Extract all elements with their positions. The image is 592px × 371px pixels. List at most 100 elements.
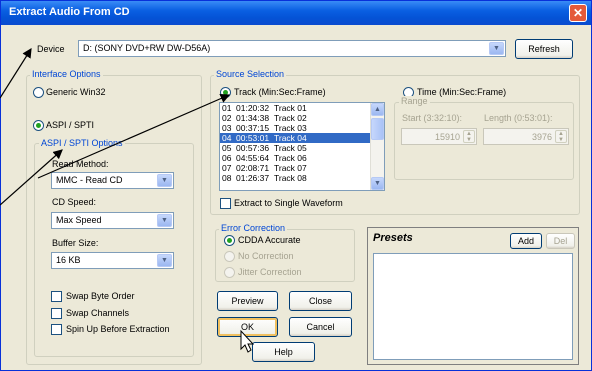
extract-single-waveform-label: Extract to Single Waveform — [234, 198, 343, 208]
delete-preset-button[interactable]: Del — [546, 233, 575, 249]
track-name: Track 04 — [274, 133, 307, 143]
presets-list[interactable] — [373, 253, 573, 360]
track-row[interactable]: 04 00:53:01 Track 04 — [220, 133, 384, 143]
swap-channels-label: Swap Channels — [66, 308, 130, 318]
add-preset-button[interactable]: Add — [510, 233, 542, 249]
start-spinner[interactable]: 15910 ▲ ▼ — [401, 128, 477, 145]
track-name: Track 06 — [274, 153, 307, 163]
length-value: 3976 — [531, 132, 552, 142]
window-title: Extract Audio From CD — [9, 6, 130, 18]
spin-arrows-icon[interactable]: ▲ ▼ — [555, 130, 567, 143]
length-label: Length (0:53:01): — [484, 113, 553, 123]
track-time: 04:55:64 — [236, 153, 270, 163]
track-row[interactable]: 05 00:57:36 Track 05 — [220, 143, 384, 153]
track-row[interactable]: 06 04:55:64 Track 06 — [220, 153, 384, 163]
track-number: 04 — [222, 133, 232, 143]
extract-single-waveform-checkbox[interactable] — [220, 198, 231, 209]
track-name: Track 02 — [274, 113, 307, 123]
range-label: Range — [399, 96, 430, 106]
track-number: 01 — [222, 103, 232, 113]
track-radio-label: Track (Min:Sec:Frame) — [234, 87, 326, 97]
track-number: 08 — [222, 173, 232, 183]
track-number: 06 — [222, 153, 232, 163]
close-button[interactable]: Close — [289, 291, 352, 311]
track-name: Track 05 — [274, 143, 307, 153]
track-time: 00:53:01 — [236, 133, 270, 143]
device-label: Device — [37, 44, 65, 54]
track-name: Track 08 — [274, 173, 307, 183]
spin-arrows-icon[interactable]: ▲ ▼ — [463, 130, 475, 143]
read-method-value: MMC - Read CD — [56, 175, 123, 185]
track-time: 01:26:37 — [236, 173, 270, 183]
track-number: 07 — [222, 163, 232, 173]
track-row[interactable]: 08 01:26:37 Track 08 — [220, 173, 384, 183]
swap-channels-checkbox[interactable] — [51, 308, 62, 319]
no-correction-radio[interactable] — [224, 251, 235, 262]
cd-speed-value: Max Speed — [56, 215, 102, 225]
track-list[interactable]: 01 01:20:32 Track 01 02 01:34:38 Track 02 03 00… — [219, 102, 385, 191]
interface-options-label: Interface Options — [30, 69, 103, 79]
close-window-button[interactable]: ✕ — [569, 4, 587, 22]
help-button[interactable]: Help — [252, 342, 315, 362]
chevron-down-icon[interactable]: ▼ — [157, 174, 172, 187]
presets-title: Presets — [373, 232, 413, 244]
track-name: Track 03 — [274, 123, 307, 133]
time-radio-label: Time (Min:Sec:Frame) — [417, 87, 507, 97]
jitter-correction-label: Jitter Correction — [238, 267, 302, 277]
track-number: 02 — [222, 113, 232, 123]
cancel-button[interactable]: Cancel — [289, 317, 352, 337]
no-correction-label: No Correction — [238, 251, 294, 261]
scroll-thumb[interactable] — [371, 118, 384, 140]
track-list-scrollbar[interactable]: ▲ ▼ — [370, 103, 384, 190]
presets-panel: Presets Add Del — [367, 227, 579, 365]
track-row[interactable]: 02 01:34:38 Track 02 — [220, 113, 384, 123]
scroll-down-icon[interactable]: ▼ — [371, 177, 384, 190]
spin-up-label: Spin Up Before Extraction — [66, 324, 170, 334]
track-row[interactable]: 07 02:08:71 Track 07 — [220, 163, 384, 173]
preview-button[interactable]: Preview — [217, 291, 278, 311]
track-time: 02:08:71 — [236, 163, 270, 173]
aspi-spti-radio[interactable] — [33, 120, 44, 131]
cd-speed-label: CD Speed: — [52, 197, 97, 207]
swap-byte-order-checkbox[interactable] — [51, 291, 62, 302]
track-row[interactable]: 01 01:20:32 Track 01 — [220, 103, 384, 113]
length-spinner[interactable]: 3976 ▲ ▼ — [483, 128, 569, 145]
track-time: 00:57:36 — [236, 143, 270, 153]
read-method-select[interactable]: MMC - Read CD ▼ — [51, 172, 174, 189]
generic-win32-radio[interactable] — [33, 87, 44, 98]
buffer-size-select[interactable]: 16 KB ▼ — [51, 252, 174, 269]
chevron-down-icon[interactable]: ▼ — [157, 254, 172, 267]
track-radio[interactable] — [220, 87, 231, 98]
track-time: 01:34:38 — [236, 113, 270, 123]
start-label: Start (3:32:10): — [402, 113, 463, 123]
scroll-up-icon[interactable]: ▲ — [371, 103, 384, 116]
ok-button[interactable]: OK — [217, 317, 278, 337]
cdda-accurate-radio[interactable] — [224, 235, 235, 246]
track-time: 00:37:15 — [236, 123, 270, 133]
jitter-correction-radio[interactable] — [224, 267, 235, 278]
generic-win32-label: Generic Win32 — [46, 87, 106, 97]
aspi-options-label: ASPI / SPTI Options — [39, 138, 125, 148]
start-value: 15910 — [434, 132, 460, 142]
cdda-accurate-label: CDDA Accurate — [238, 235, 301, 245]
error-correction-label: Error Correction — [219, 223, 288, 233]
swap-byte-order-label: Swap Byte Order — [66, 291, 135, 301]
track-row[interactable]: 03 00:37:15 Track 03 — [220, 123, 384, 133]
chevron-down-icon[interactable]: ▼ — [489, 42, 504, 55]
device-select[interactable]: D: (SONY DVD+RW DW-D56A) ▼ — [78, 40, 506, 57]
track-time: 01:20:32 — [236, 103, 270, 113]
track-number: 03 — [222, 123, 232, 133]
aspi-spti-label: ASPI / SPTI — [46, 120, 95, 130]
title-bar[interactable]: Extract Audio From CD ✕ — [1, 1, 591, 25]
extract-audio-dialog: Extract Audio From CD ✕ Device D: (SONY … — [0, 0, 592, 371]
spin-up-checkbox[interactable] — [51, 324, 62, 335]
track-number: 05 — [222, 143, 232, 153]
read-method-label: Read Method: — [52, 159, 109, 169]
cd-speed-select[interactable]: Max Speed ▼ — [51, 212, 174, 229]
track-name: Track 07 — [274, 163, 307, 173]
chevron-down-icon[interactable]: ▼ — [157, 214, 172, 227]
track-name: Track 01 — [274, 103, 307, 113]
device-value: D: (SONY DVD+RW DW-D56A) — [83, 43, 211, 53]
refresh-button[interactable]: Refresh — [515, 39, 573, 59]
buffer-size-value: 16 KB — [56, 255, 81, 265]
